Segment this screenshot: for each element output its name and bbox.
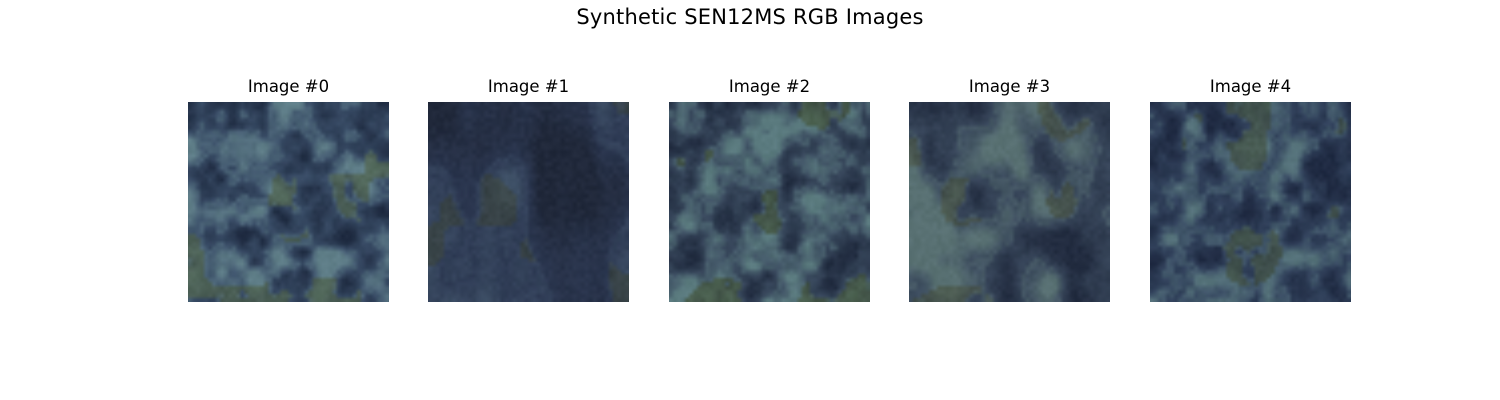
- image-panel-4: Image #4: [1150, 76, 1351, 302]
- image-title: Image #2: [728, 77, 811, 96]
- synthetic-rgb-image: [909, 102, 1110, 302]
- image-panel-2: Image #2: [669, 76, 870, 302]
- figure-title: Synthetic SEN12MS RGB Images: [576, 5, 924, 29]
- image-title: Image #3: [968, 77, 1051, 96]
- synthetic-rgb-image: [1150, 102, 1351, 302]
- synthetic-rgb-image: [428, 102, 629, 302]
- image-title: Image #1: [487, 77, 570, 96]
- image-title: Image #0: [247, 77, 330, 96]
- image-panel-1: Image #1: [428, 76, 629, 302]
- image-panel-3: Image #3: [909, 76, 1110, 302]
- image-title: Image #4: [1209, 77, 1292, 96]
- synthetic-rgb-image: [669, 102, 870, 302]
- image-panel-0: Image #0: [188, 76, 389, 302]
- synthetic-rgb-image: [188, 102, 389, 302]
